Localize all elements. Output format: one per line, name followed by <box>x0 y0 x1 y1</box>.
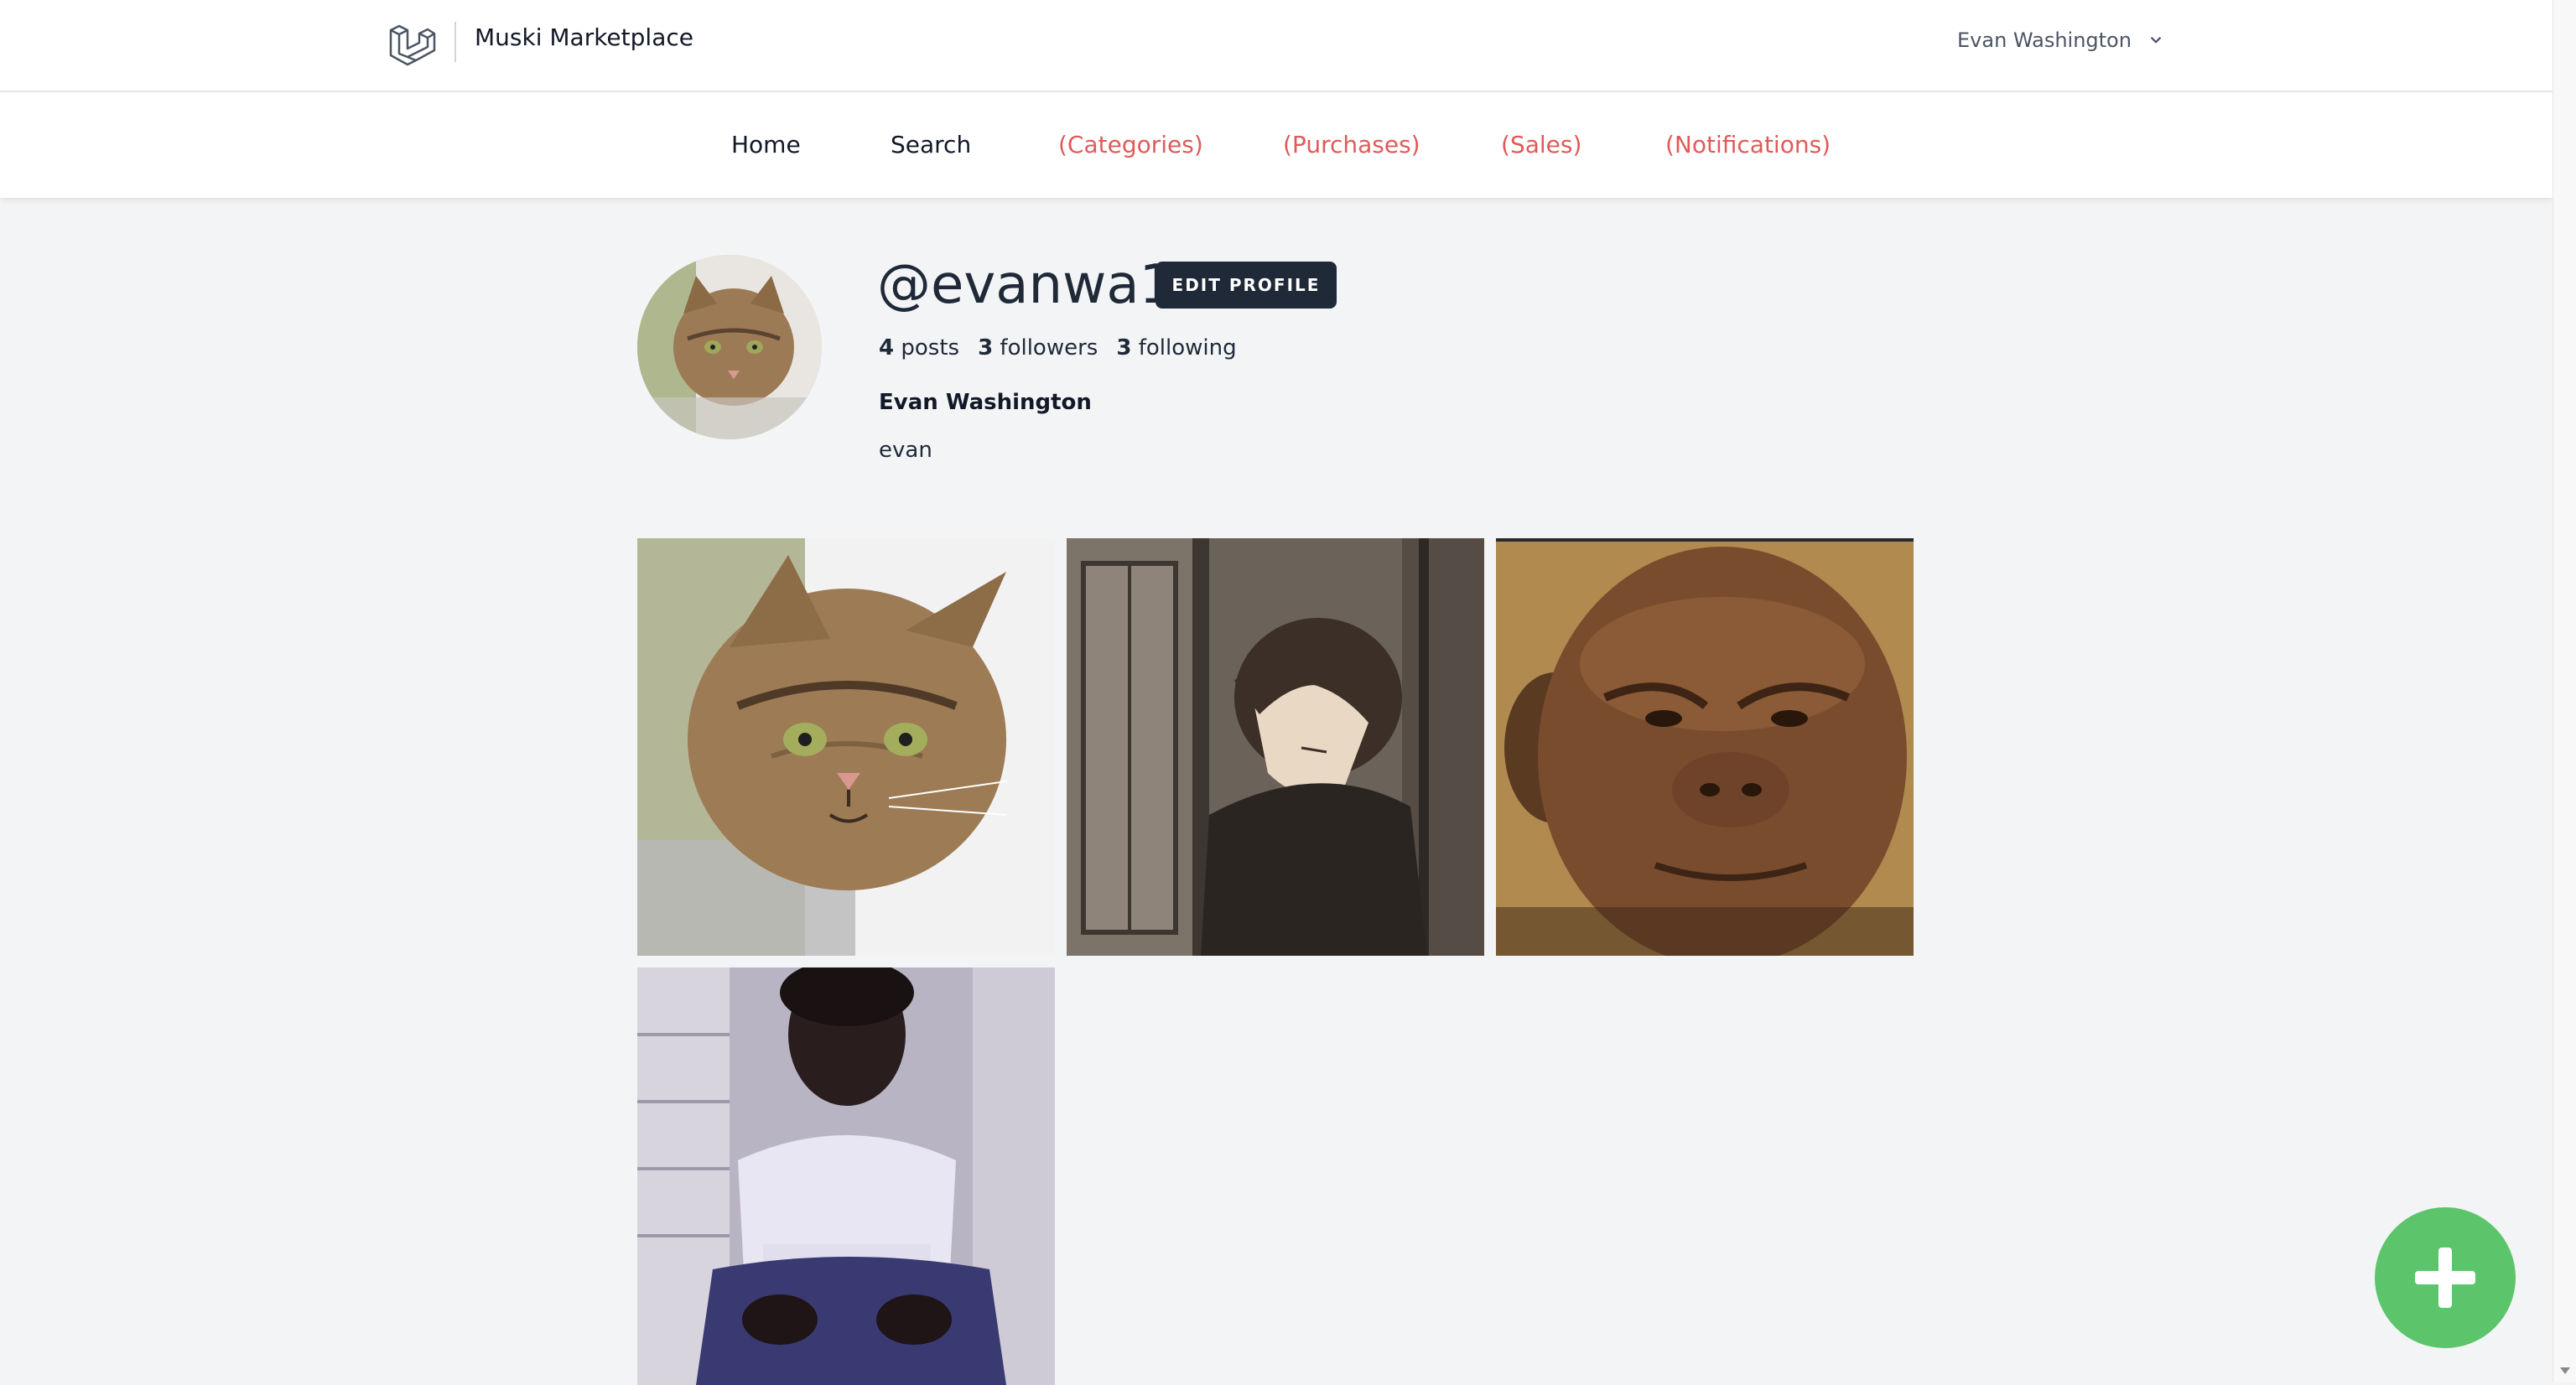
profile-avatar <box>637 255 822 439</box>
post-tile-cat[interactable] <box>637 538 1055 956</box>
profile-full-name: Evan Washington <box>879 390 1092 415</box>
nav-categories[interactable]: (Categories) <box>1058 131 1203 158</box>
posts-count: 4 <box>879 335 895 361</box>
following-label: following <box>1138 335 1237 361</box>
followers-label: followers <box>1000 335 1098 361</box>
nav-home[interactable]: Home <box>731 131 801 158</box>
chevron-down-icon <box>2150 36 2162 44</box>
scroll-down-arrow-icon[interactable] <box>2560 1367 2570 1374</box>
followers-count: 3 <box>978 335 994 361</box>
following-count: 3 <box>1116 335 1132 361</box>
nav-notifications[interactable]: (Notifications) <box>1665 131 1831 158</box>
profile-stats: 4 posts 3 followers 3 following <box>879 335 1237 361</box>
main-nav: Home Search (Categories) (Purchases) (Sa… <box>0 92 2553 198</box>
logo-divider <box>454 22 456 62</box>
app-name: Muski Marketplace <box>475 23 693 51</box>
page-scrollbar[interactable] <box>2553 0 2576 1382</box>
app-logo-icon[interactable] <box>386 20 436 70</box>
plus-icon <box>2415 1248 2475 1308</box>
user-menu-dropdown[interactable]: Evan Washington <box>1957 29 2165 52</box>
post-tile-person[interactable] <box>637 967 1055 1385</box>
nav-sales[interactable]: (Sales) <box>1501 131 1581 158</box>
create-post-fab[interactable] <box>2375 1207 2516 1348</box>
top-bar: Muski Marketplace Evan Washington <box>0 0 2553 92</box>
posts-stat[interactable]: 4 posts <box>879 335 959 361</box>
edit-profile-button[interactable]: EDIT PROFILE <box>1156 262 1337 309</box>
post-tile-primate[interactable] <box>1496 538 1914 956</box>
profile-handle: @evanwa1 <box>877 254 1174 316</box>
profile-bio: evan <box>879 438 932 463</box>
followers-stat[interactable]: 3 followers <box>978 335 1098 361</box>
posts-label: posts <box>901 335 960 361</box>
user-menu-name: Evan Washington <box>1957 29 2132 52</box>
nav-search[interactable]: Search <box>891 131 971 158</box>
post-tile-anime[interactable] <box>1067 538 1484 956</box>
following-stat[interactable]: 3 following <box>1116 335 1236 361</box>
nav-purchases[interactable]: (Purchases) <box>1283 131 1420 158</box>
